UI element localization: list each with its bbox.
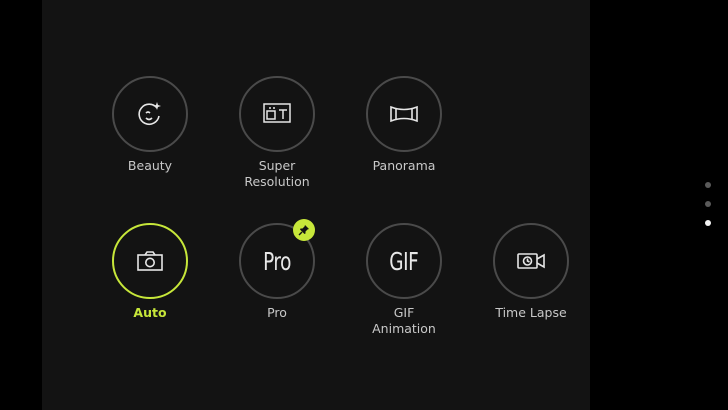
mode-gif-animation-button[interactable]: GIF (366, 223, 442, 299)
page-indicator (705, 182, 713, 239)
gif-icon: GIF (389, 246, 419, 276)
pin-badge[interactable] (293, 219, 315, 241)
page-dot-2[interactable] (705, 201, 711, 207)
camera-icon (137, 251, 163, 271)
mode-gif-animation-label: GIF Animation (372, 305, 436, 336)
mode-auto-label: Auto (133, 305, 167, 320)
time-lapse-icon (517, 253, 545, 269)
mode-grid-panel (42, 0, 590, 410)
mode-super-resolution-button[interactable] (239, 76, 315, 152)
mode-auto-button[interactable] (112, 223, 188, 299)
mode-beauty-button[interactable] (112, 76, 188, 152)
mode-time-lapse-button[interactable] (493, 223, 569, 299)
pin-icon (298, 225, 309, 236)
mode-beauty-label: Beauty (127, 158, 173, 173)
page-dot-3[interactable] (705, 220, 711, 226)
beauty-icon (138, 102, 161, 125)
mode-time-lapse-label: Time Lapse (495, 305, 567, 320)
pro-icon: Pro (263, 246, 291, 276)
mode-panorama-label: Panorama (372, 158, 436, 173)
page-dot-1[interactable] (705, 182, 711, 188)
panorama-icon (390, 105, 418, 123)
mode-panorama-button[interactable] (366, 76, 442, 152)
mode-super-resolution-label: Super Resolution (244, 158, 310, 189)
camera-mode-screen: Beauty Super Resolution Panorama Auto Pr… (0, 0, 728, 410)
mode-pro-label: Pro (267, 305, 287, 320)
super-resolution-icon (263, 103, 291, 123)
